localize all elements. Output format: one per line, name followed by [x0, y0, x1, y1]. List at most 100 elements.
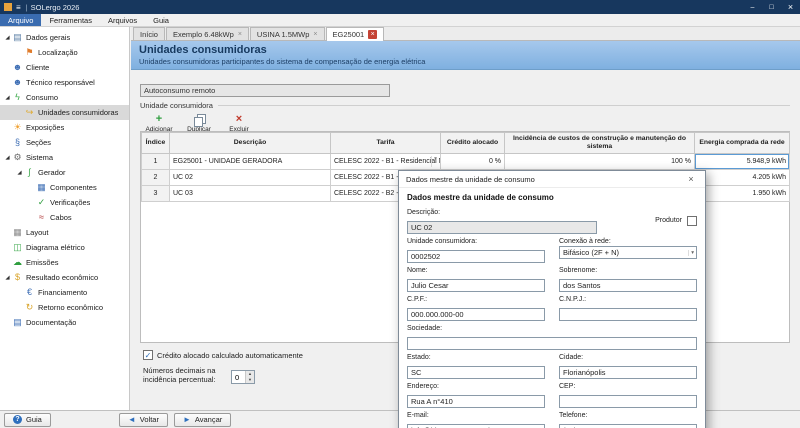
cidade-input[interactable] — [559, 366, 697, 379]
sidebar-item-label: Diagrama elétrico — [26, 243, 85, 252]
sidebar-item-gerador[interactable]: ◢∫Gerador — [0, 165, 129, 180]
column-header-credito: Crédito alocado — [441, 133, 505, 154]
general-data-icon: ▤ — [12, 32, 23, 43]
decimals-spinner[interactable]: 0 — [231, 370, 255, 384]
descricao-label: Descrição: — [407, 209, 597, 216]
sidebar-item-layout[interactable]: ▦Layout — [0, 225, 129, 240]
page-header-banner: Unidades consumidoras Unidades consumido… — [131, 41, 800, 70]
cell-energia[interactable]: 1.950 kWh — [695, 186, 790, 202]
endereco-input[interactable] — [407, 395, 545, 408]
sociedade-input[interactable] — [407, 337, 697, 350]
sidebar-item-verifica-es[interactable]: ✓Verificações — [0, 195, 129, 210]
chevron-down-icon[interactable] — [431, 156, 439, 167]
sidebar-item-dados-gerais[interactable]: ◢▤Dados gerais — [0, 30, 129, 45]
cnpj-input[interactable] — [559, 308, 697, 321]
menu-arquivos[interactable]: Arquivos — [100, 14, 145, 26]
economic-result-icon: $ — [12, 272, 23, 283]
sidebar-item-diagrama-el-trico[interactable]: ◫Diagrama elétrico — [0, 240, 129, 255]
descricao-input[interactable] — [407, 221, 597, 234]
autoconsumo-field[interactable] — [140, 84, 390, 97]
cell-descricao[interactable]: UC 02 — [170, 170, 331, 186]
checks-icon: ✓ — [36, 197, 47, 208]
estado-input[interactable] — [407, 366, 545, 379]
endereco-label: Endereço: — [407, 383, 545, 390]
sobrenome-input[interactable] — [559, 279, 697, 292]
telefone-input[interactable] — [559, 424, 697, 428]
sidebar-item-retorno-econ-mico[interactable]: ↻Retorno econômico — [0, 300, 129, 315]
exposures-icon: ☀ — [12, 122, 23, 133]
nome-input[interactable] — [407, 279, 545, 292]
guide-button[interactable]: Guia — [4, 413, 51, 427]
sidebar-item-sistema[interactable]: ◢⚙Sistema — [0, 150, 129, 165]
close-tab-icon[interactable] — [313, 31, 317, 38]
close-tab-icon[interactable] — [238, 31, 242, 38]
sidebar-item-label: Sistema — [26, 153, 53, 162]
unidade-consumidora-input[interactable] — [407, 250, 545, 263]
maximize-icon[interactable] — [762, 0, 781, 14]
cell-descricao[interactable]: UC 03 — [170, 186, 331, 202]
tab-usina-15mwp[interactable]: USINA 1.5MWp — [250, 27, 325, 40]
produtor-checkbox[interactable] — [687, 216, 697, 226]
menu-arquivo[interactable]: Arquivo — [0, 14, 41, 26]
tab-eg25001[interactable]: EG25001 — [326, 27, 385, 41]
sidebar-item-se-es[interactable]: §Seções — [0, 135, 129, 150]
back-button[interactable]: Voltar — [119, 413, 168, 427]
sidebar-item-label: Verificações — [50, 198, 90, 207]
cell-energia[interactable]: 4.205 kWh — [695, 170, 790, 186]
cell-incidencia[interactable]: 100 % — [505, 154, 695, 170]
sidebar-item-cliente[interactable]: ☻Cliente — [0, 60, 129, 75]
sobrenome-label: Sobrenome: — [559, 267, 697, 274]
sidebar-item-componentes[interactable]: ▦Componentes — [0, 180, 129, 195]
sidebar-item-label: Gerador — [38, 168, 66, 177]
forward-button[interactable]: Avançar — [174, 413, 231, 427]
sidebar-item-t-cnico-respons-vel[interactable]: ☻Técnico responsável — [0, 75, 129, 90]
expand-arrow-icon[interactable]: ◢ — [3, 275, 12, 281]
sidebar-item-unidades-consumidoras[interactable]: ↪Unidades consumidoras — [0, 105, 129, 120]
dialog-titlebar[interactable]: Dados mestre da unidade de consumo — [399, 171, 705, 188]
hamburger-icon[interactable] — [16, 3, 21, 12]
app-logo-icon — [4, 3, 12, 11]
cep-input[interactable] — [559, 395, 697, 408]
expand-arrow-icon[interactable]: ◢ — [15, 170, 24, 176]
decimals-value: 0 — [232, 371, 245, 383]
expand-arrow-icon[interactable]: ◢ — [3, 95, 12, 101]
expand-arrow-icon[interactable]: ◢ — [3, 35, 12, 41]
sidebar-item-resultado-econ-mico[interactable]: ◢$Resultado econômico — [0, 270, 129, 285]
sidebar-item-exposi-es[interactable]: ☀Exposições — [0, 120, 129, 135]
sidebar-item-label: Financiamento — [38, 288, 87, 297]
column-header-incidencia: Incidência de custos de construção e man… — [505, 133, 695, 154]
generator-icon: ∫ — [24, 167, 35, 178]
cell-indice: 3 — [142, 186, 170, 202]
spinner-down-icon[interactable] — [246, 377, 254, 383]
column-header-tarifa: Tarifa — [331, 133, 441, 154]
tab-inicio[interactable]: Início — [133, 27, 165, 40]
menu-ferramentas[interactable]: Ferramentas — [41, 14, 100, 26]
sidebar-item-financiamento[interactable]: €Financiamento — [0, 285, 129, 300]
cell-credito[interactable]: 0 % — [441, 154, 505, 170]
sidebar-item-consumo[interactable]: ◢ϟConsumo — [0, 90, 129, 105]
conexao-label: Conexão à rede: — [559, 238, 697, 245]
conexao-select[interactable]: Bifásico (2F + N) — [559, 246, 697, 259]
expand-arrow-icon[interactable]: ◢ — [3, 155, 12, 161]
menu-guia[interactable]: Guia — [145, 14, 177, 26]
close-icon[interactable] — [781, 0, 800, 14]
sections-icon: § — [12, 137, 23, 148]
sidebar-item-localiza-o[interactable]: ⚑Localização — [0, 45, 129, 60]
cell-tarifa[interactable]: CELESC 2022 - B1 - Residencial Normal — [331, 154, 441, 170]
cpf-input[interactable] — [407, 308, 545, 321]
dialog-close-icon[interactable] — [684, 174, 698, 184]
sidebar-item-cabos[interactable]: ≈Cabos — [0, 210, 129, 225]
sidebar-item-emiss-es[interactable]: ☁Emissões — [0, 255, 129, 270]
table-row[interactable]: 1EG25001 - UNIDADE GERADORACELESC 2022 -… — [142, 154, 790, 170]
electrical-diagram-icon: ◫ — [12, 242, 23, 253]
auto-credit-checkbox[interactable] — [143, 350, 153, 360]
tab-exemplo-648kwp[interactable]: Exemplo 6.48kWp — [166, 27, 249, 40]
cell-energia[interactable]: 5.948,9 kWh — [695, 154, 790, 170]
sidebar-item-documenta-o[interactable]: ▤Documentação — [0, 315, 129, 330]
minimize-icon[interactable] — [743, 0, 762, 14]
cell-descricao[interactable]: EG25001 - UNIDADE GERADORA — [170, 154, 331, 170]
email-input[interactable] — [407, 424, 545, 428]
column-header-energia: Energia comprada da rede — [695, 133, 790, 154]
close-tab-icon[interactable] — [368, 30, 377, 39]
sidebar-item-label: Documentação — [26, 318, 76, 327]
